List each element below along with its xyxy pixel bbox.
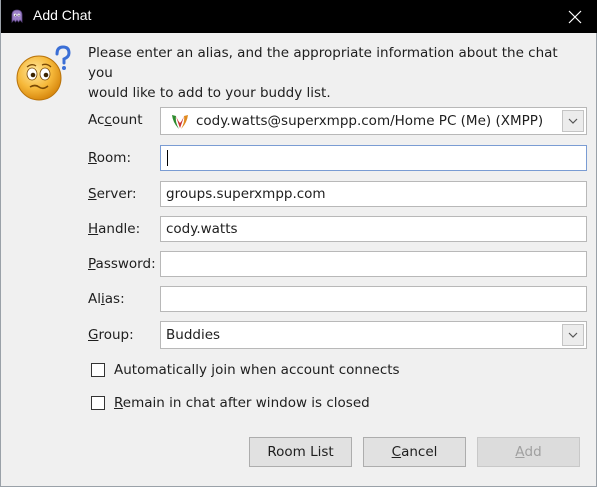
server-input[interactable] (160, 181, 587, 207)
xmpp-protocol-icon (172, 115, 188, 129)
text-caret (167, 150, 168, 166)
room-label: Room: (88, 150, 131, 166)
group-value: Buddies (166, 327, 221, 343)
server-label: Server: (88, 186, 137, 202)
title-bar[interactable]: Add Chat (1, 0, 597, 33)
intro-line: Please enter an alias, and the appropria… (88, 45, 558, 81)
remain-checkbox[interactable] (91, 396, 105, 410)
confused-smiley-icon (16, 45, 71, 101)
group-label: Group: (88, 327, 134, 343)
group-dropdown-button[interactable] (562, 324, 584, 346)
intro-text: Please enter an alias, and the appropria… (88, 43, 578, 103)
autojoin-checkbox[interactable] (91, 363, 105, 377)
alias-input[interactable] (160, 286, 587, 312)
handle-label: Handle: (88, 221, 141, 237)
account-dropdown-button[interactable] (562, 110, 584, 132)
add-chat-dialog: Add Chat Please enter an alias, and the … (0, 0, 597, 487)
group-select[interactable]: Buddies (160, 321, 587, 349)
intro-line: would like to add to your buddy list. (88, 85, 331, 101)
autojoin-label[interactable]: Automatically join when account connects (114, 362, 400, 378)
alias-label: Alias: (88, 291, 125, 307)
account-select[interactable]: cody.watts@superxmpp.com/Home PC (Me) (X… (160, 107, 587, 135)
room-input[interactable] (160, 145, 587, 171)
add-button[interactable]: Add (477, 437, 580, 467)
pidgin-app-icon (11, 9, 23, 23)
close-button[interactable] (552, 0, 597, 33)
handle-input[interactable] (160, 216, 587, 242)
password-input[interactable] (160, 251, 587, 277)
password-label: Password: (88, 256, 156, 272)
chevron-down-icon (568, 118, 578, 124)
account-label: Account (88, 112, 143, 128)
close-icon (568, 10, 582, 23)
room-list-button[interactable]: Room List (249, 437, 352, 467)
account-value: cody.watts@superxmpp.com/Home PC (Me) (X… (196, 113, 544, 129)
chevron-down-icon (568, 332, 578, 338)
cancel-button[interactable]: Cancel (363, 437, 466, 467)
remain-label[interactable]: Remain in chat after window is closed (114, 395, 370, 411)
window-title: Add Chat (33, 7, 92, 23)
